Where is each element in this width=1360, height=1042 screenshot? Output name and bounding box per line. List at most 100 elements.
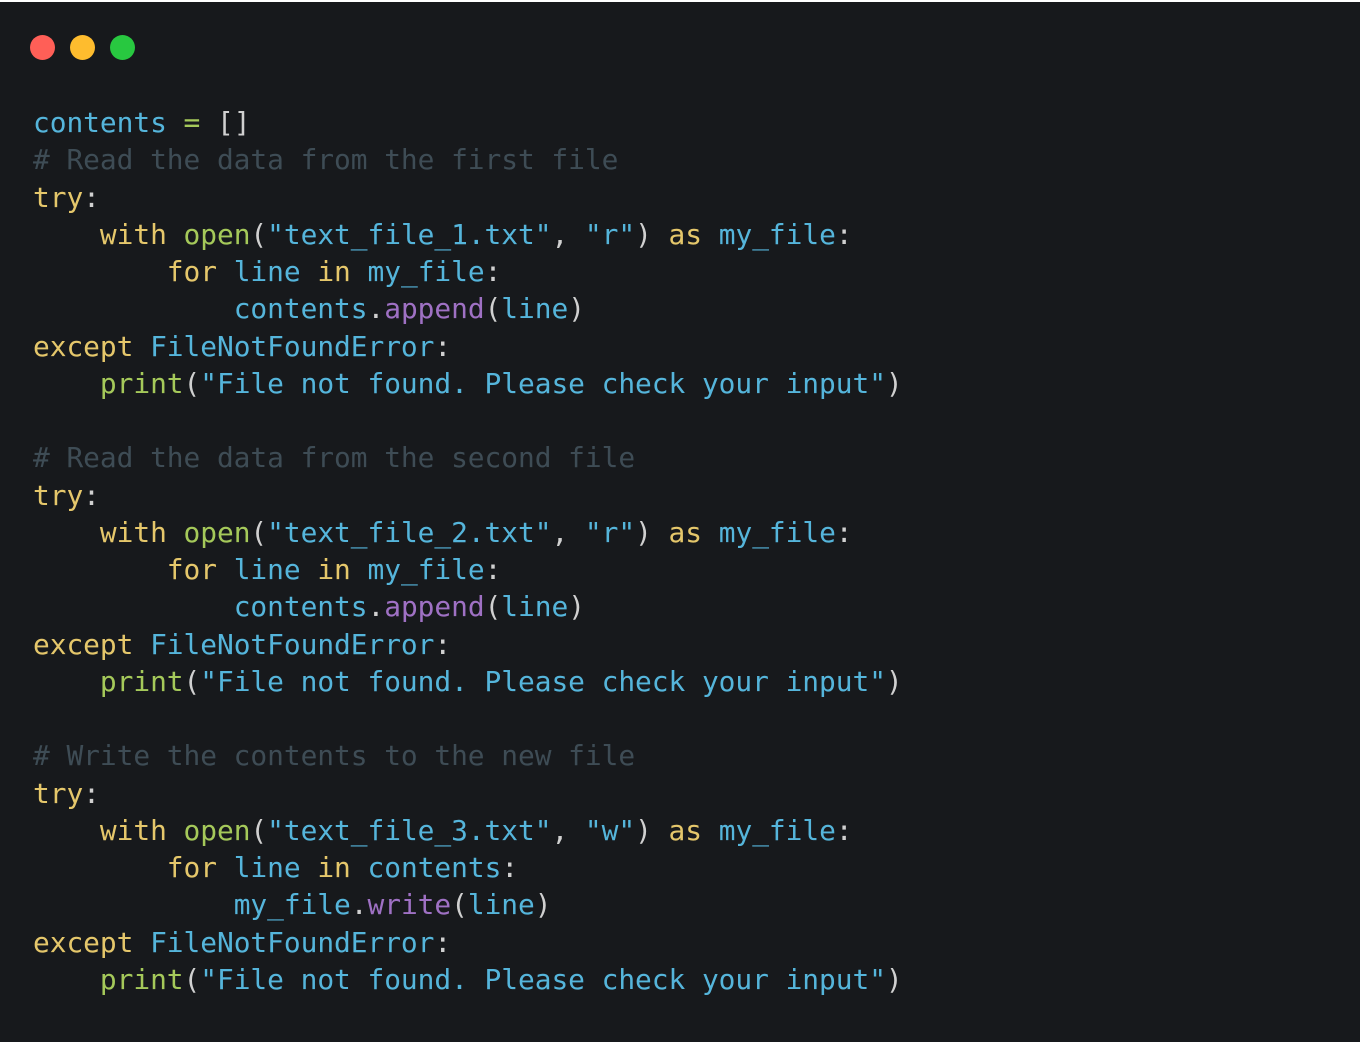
code-line: print("File not found. Please check your… (33, 365, 903, 402)
punctuation-token: , (551, 217, 585, 251)
punctuation-token: ) (885, 664, 903, 698)
code-line: print("File not found. Please check your… (33, 961, 903, 998)
punctuation-token: ( (183, 664, 201, 698)
code-line: except FileNotFoundError: (33, 924, 903, 961)
builtin-token: print (99, 664, 184, 698)
punctuation-token (33, 367, 100, 400)
punctuation-token (167, 516, 184, 549)
punctuation-token (351, 851, 368, 884)
keyword-token: try (33, 180, 84, 214)
comment-token: # Write the contents to the new file (33, 739, 636, 773)
keyword-token: with (99, 515, 167, 549)
code-line: with open("text_file_1.txt", "r") as my_… (33, 216, 903, 253)
keyword-token: with (99, 217, 167, 251)
punctuation-token (167, 218, 184, 251)
punctuation-token (33, 665, 100, 698)
punctuation-token: : (484, 553, 502, 586)
punctuation-token (33, 851, 167, 884)
punctuation-token: ) (885, 366, 903, 400)
keyword-token: as (668, 515, 703, 549)
close-button[interactable] (30, 35, 55, 60)
punctuation-token: ( (451, 888, 468, 922)
code-line: with open("text_file_2.txt", "r") as my_… (33, 514, 903, 551)
method-token: append (384, 292, 485, 326)
punctuation-token: : (501, 851, 519, 884)
punctuation-token (33, 218, 100, 251)
identifier-token: line (501, 590, 569, 624)
punctuation-token: . (367, 590, 385, 624)
identifier-token: line (233, 851, 301, 884)
comment-token: # Read the data from the first file (33, 143, 619, 177)
punctuation-token (301, 851, 318, 884)
window-controls (30, 35, 135, 60)
punctuation-token: ) (534, 888, 552, 922)
minimize-button[interactable] (70, 35, 95, 60)
punctuation-token: ( (484, 292, 502, 326)
identifier-token: line (501, 292, 569, 326)
punctuation-token: : (835, 813, 853, 847)
punctuation-token (33, 553, 167, 586)
punctuation-token: ) (568, 292, 585, 326)
punctuation-token (217, 851, 234, 884)
punctuation-token: : (484, 255, 502, 288)
punctuation-token: : (434, 925, 452, 959)
punctuation-token (133, 628, 150, 661)
punctuation-token (33, 814, 100, 847)
code-line: contents.append(line) (33, 588, 903, 625)
string-token: "text_file_2.txt" (267, 515, 552, 549)
string-token: "File not found. Please check your input… (200, 366, 886, 400)
punctuation-token: ) (635, 515, 669, 549)
keyword-token: in (317, 553, 351, 586)
string-token: "File not found. Please check your input… (200, 962, 886, 996)
code-line: for line in my_file: (33, 253, 903, 290)
punctuation-token: : (835, 217, 853, 251)
keyword-token: in (317, 851, 351, 884)
comment-line: # Write the contents to the new file (33, 737, 903, 774)
punctuation-token: , (551, 515, 585, 549)
punctuation-token (217, 553, 234, 586)
punctuation-token: . (367, 292, 385, 326)
identifier-token: my_file (718, 515, 836, 549)
keyword-token: except (33, 925, 134, 959)
code-block[interactable]: contents = [] # Read the data from the fi… (33, 104, 903, 998)
identifier-token: my_file (718, 813, 836, 847)
identifier-token: contents (233, 590, 368, 624)
method-token: write (367, 888, 452, 922)
builtin-token: open (183, 217, 251, 251)
punctuation-token: : (434, 627, 452, 661)
punctuation-token: . (350, 888, 368, 922)
code-line: contents = [] (33, 104, 903, 141)
punctuation-token (702, 516, 719, 549)
identifier-token: contents (233, 292, 368, 326)
comment-token: # Read the data from the second file (33, 441, 636, 475)
maximize-button[interactable] (110, 35, 135, 60)
identifier-token: my_file (367, 553, 485, 586)
keyword-token: with (99, 813, 167, 847)
keyword-token: in (317, 255, 351, 288)
punctuation-token: ( (183, 962, 201, 996)
code-line: print("File not found. Please check your… (33, 663, 903, 700)
keyword-token: for (166, 553, 217, 586)
identifier-token: FileNotFoundError (150, 925, 435, 959)
punctuation-token (33, 516, 100, 549)
operator-token: = (183, 106, 201, 139)
comment-line: # Read the data from the first file (33, 141, 903, 178)
punctuation-token (702, 218, 719, 251)
code-line: except FileNotFoundError: (33, 328, 903, 365)
builtin-token: print (99, 366, 184, 400)
punctuation-token (133, 330, 150, 363)
string-token: "r" (584, 217, 636, 251)
punctuation-token (301, 553, 318, 586)
method-token: append (384, 590, 485, 624)
code-line: for line in contents: (33, 849, 903, 886)
punctuation-token: ( (183, 366, 201, 400)
keyword-token: for (166, 255, 217, 288)
code-line: except FileNotFoundError: (33, 626, 903, 663)
keyword-token: try (33, 776, 84, 810)
punctuation-token (167, 814, 184, 847)
code-line: try: (33, 477, 903, 514)
punctuation-token: : (83, 478, 100, 512)
punctuation-token: [] (200, 106, 251, 139)
